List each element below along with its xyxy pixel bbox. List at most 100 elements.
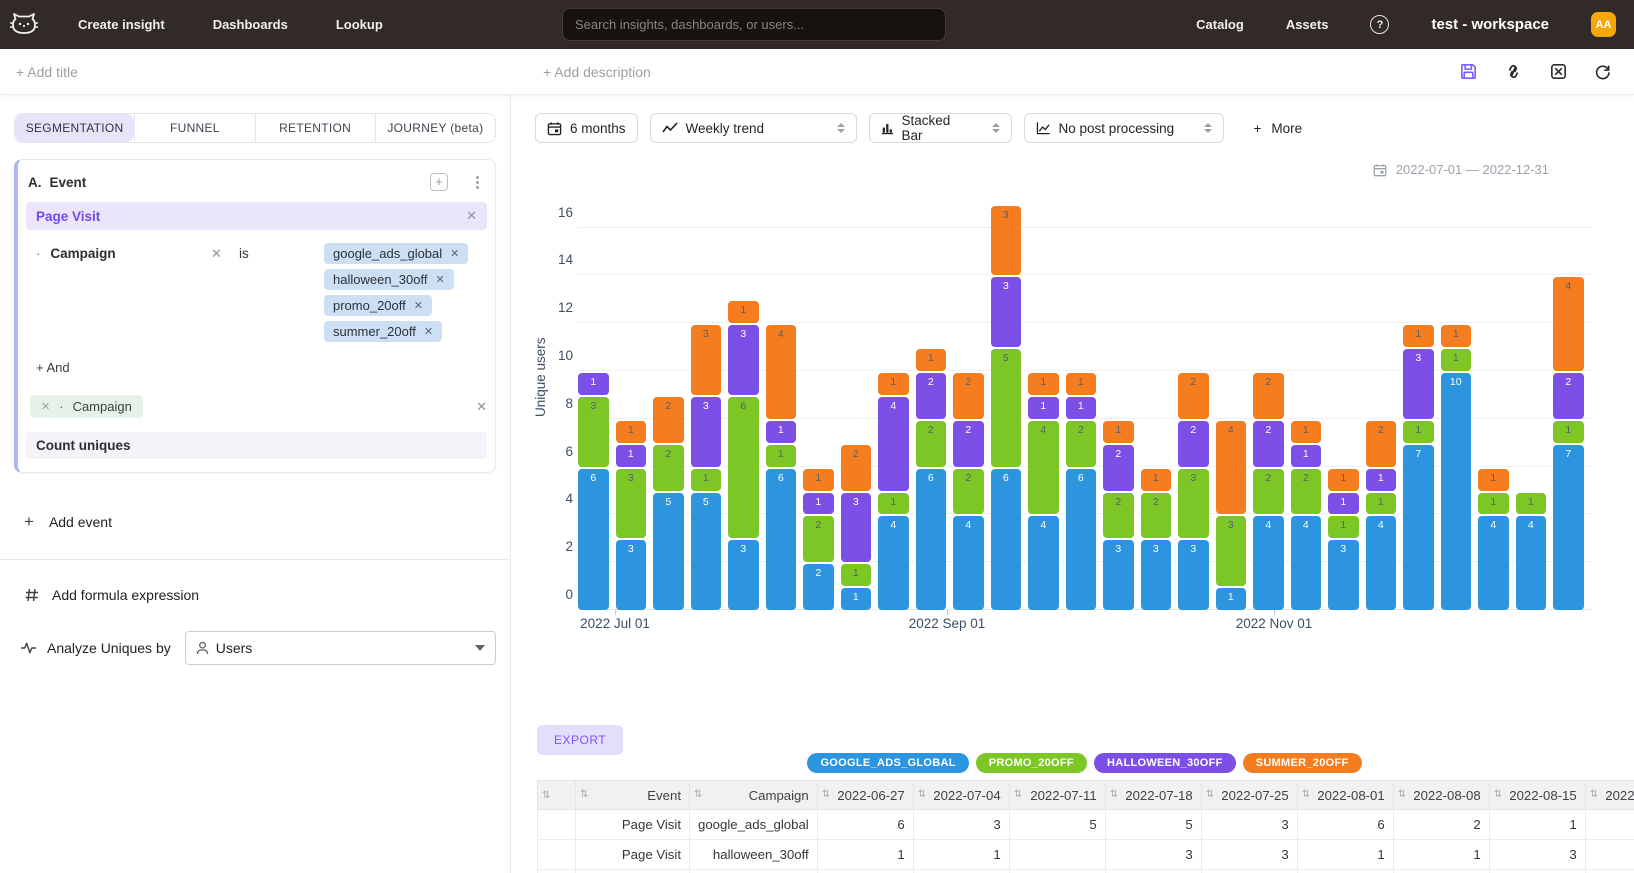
remove-breakdown-row-icon[interactable]: ✕ xyxy=(476,399,487,415)
filter-property[interactable]: Campaign xyxy=(50,246,115,261)
bar-segment-google_ads_global[interactable]: 3 xyxy=(1103,540,1134,610)
legend-pill-summer_20off[interactable]: SUMMER_20OFF xyxy=(1243,753,1362,773)
add-title-field[interactable]: + Add title xyxy=(16,64,78,80)
bar-segment-google_ads_global[interactable]: 3 xyxy=(1328,540,1359,610)
bar-segment-google_ads_global[interactable]: 4 xyxy=(1478,516,1509,610)
bar-segment-halloween_30off[interactable]: 1 xyxy=(803,493,834,515)
bar-segment-halloween_30off[interactable]: 2 xyxy=(1553,373,1584,419)
bar-segment-google_ads_global[interactable]: 4 xyxy=(1253,516,1284,610)
bar-segment-google_ads_global[interactable]: 4 xyxy=(1516,516,1547,610)
bar-segment-promo_20off[interactable]: 3 xyxy=(1216,516,1247,586)
bar-segment-summer_20off[interactable]: 1 xyxy=(803,469,834,491)
filter-value-tag[interactable]: halloween_30off✕ xyxy=(324,269,454,290)
bar-segment-promo_20off[interactable]: 1 xyxy=(1366,493,1397,515)
event-menu-icon[interactable]: ⋮ xyxy=(470,173,485,191)
bar-segment-promo_20off[interactable]: 2 xyxy=(1066,421,1097,467)
sort-icon[interactable]: ⇅ xyxy=(542,789,550,801)
bar-segment-halloween_30off[interactable]: 1 xyxy=(766,421,797,443)
copy-link-icon[interactable] xyxy=(1503,62,1524,81)
bar-segment-summer_20off[interactable]: 2 xyxy=(841,445,872,491)
save-icon[interactable] xyxy=(1459,62,1478,81)
column-header-2022-08-08[interactable]: ⇅2022-08-08 xyxy=(1393,781,1489,810)
tab-retention[interactable]: RETENTION xyxy=(255,114,375,142)
column-header-2022-07-04[interactable]: ⇅2022-07-04 xyxy=(913,781,1009,810)
bar-segment-google_ads_global[interactable]: 5 xyxy=(691,493,722,611)
remove-value-icon[interactable]: ✕ xyxy=(435,273,444,286)
column-header-2022-08-01[interactable]: ⇅2022-08-01 xyxy=(1297,781,1393,810)
bar-segment-halloween_30off[interactable]: 4 xyxy=(878,397,909,491)
filter-value-tag[interactable]: promo_20off✕ xyxy=(324,295,432,316)
bar-segment-promo_20off[interactable]: 2 xyxy=(953,469,984,515)
bar-segment-promo_20off[interactable]: 3 xyxy=(616,469,647,539)
bar-segment-promo_20off[interactable]: 1 xyxy=(1516,493,1547,515)
bar-segment-halloween_30off[interactable]: 2 xyxy=(953,421,984,467)
bar-segment-google_ads_global[interactable]: 4 xyxy=(1291,516,1322,610)
bar-segment-promo_20off[interactable]: 6 xyxy=(728,397,759,538)
bar-segment-summer_20off[interactable]: 4 xyxy=(766,325,797,419)
bar-segment-summer_20off[interactable]: 1 xyxy=(616,421,647,443)
column-header-2022-07-25[interactable]: ⇅2022-07-25 xyxy=(1201,781,1297,810)
bar-segment-summer_20off[interactable]: 1 xyxy=(1291,421,1322,443)
bar-segment-promo_20off[interactable]: 1 xyxy=(1403,421,1434,443)
add-description-field[interactable]: + Add description xyxy=(543,64,651,80)
bar-segment-halloween_30off[interactable]: 3 xyxy=(728,325,759,395)
bar-segment-summer_20off[interactable]: 1 xyxy=(1103,421,1134,443)
bar-segment-summer_20off[interactable]: 1 xyxy=(1478,469,1509,491)
bar-segment-promo_20off[interactable]: 1 xyxy=(1478,493,1509,515)
breakdown-tag[interactable]: ✕ · Campaign xyxy=(30,395,143,418)
bar-segment-promo_20off[interactable]: 3 xyxy=(578,397,609,467)
tab-segmentation[interactable]: SEGMENTATION xyxy=(15,114,134,142)
add-formula-button[interactable]: Add formula expression xyxy=(14,587,496,603)
bar-segment-summer_20off[interactable]: 2 xyxy=(1253,373,1284,419)
bar-segment-google_ads_global[interactable]: 6 xyxy=(916,469,947,610)
bar-segment-promo_20off[interactable]: 1 xyxy=(878,493,909,515)
bar-segment-google_ads_global[interactable]: 6 xyxy=(766,469,797,610)
bar-segment-promo_20off[interactable]: 2 xyxy=(803,516,834,562)
bar-segment-halloween_30off[interactable]: 1 xyxy=(578,373,609,395)
bar-segment-promo_20off[interactable]: 3 xyxy=(1178,469,1209,539)
bar-segment-halloween_30off[interactable]: 3 xyxy=(991,277,1022,347)
export-button[interactable]: EXPORT xyxy=(537,725,623,755)
analyze-by-select[interactable]: Users xyxy=(185,631,496,665)
bar-segment-summer_20off[interactable]: 4 xyxy=(1553,277,1584,371)
filter-value-tag[interactable]: summer_20off✕ xyxy=(324,321,442,342)
bar-segment-google_ads_global[interactable]: 3 xyxy=(1141,540,1172,610)
remove-filter-icon[interactable]: ✕ xyxy=(211,243,239,342)
bar-segment-summer_20off[interactable]: 1 xyxy=(1441,325,1472,347)
bar-segment-halloween_30off[interactable]: 1 xyxy=(1291,445,1322,467)
sort-icon[interactable]: ⇅ xyxy=(694,788,702,800)
sort-icon[interactable]: ⇅ xyxy=(918,788,926,800)
nav-assets[interactable]: Assets xyxy=(1286,17,1329,32)
chart-type-select[interactable]: Stacked Bar xyxy=(869,113,1012,143)
bar-segment-promo_20off[interactable]: 2 xyxy=(1291,469,1322,515)
bar-segment-summer_20off[interactable]: 1 xyxy=(1028,373,1059,395)
bar-segment-summer_20off[interactable]: 1 xyxy=(916,349,947,371)
bar-segment-google_ads_global[interactable]: 7 xyxy=(1403,445,1434,610)
column-header-2022-08-15[interactable]: ⇅2022-08-15 xyxy=(1489,781,1585,810)
bar-segment-google_ads_global[interactable]: 7 xyxy=(1553,445,1584,610)
column-header-Event[interactable]: ⇅Event xyxy=(576,781,690,810)
legend-pill-halloween_30off[interactable]: HALLOWEEN_30OFF xyxy=(1094,753,1236,773)
add-event-button[interactable]: + Add event xyxy=(14,512,496,532)
bar-segment-summer_20off[interactable]: 3 xyxy=(691,325,722,395)
bar-segment-promo_20off[interactable]: 1 xyxy=(1328,516,1359,538)
post-processing-select[interactable]: No post processing xyxy=(1024,113,1224,143)
bar-segment-summer_20off[interactable]: 1 xyxy=(1066,373,1097,395)
bar-segment-promo_20off[interactable]: 4 xyxy=(1028,421,1059,515)
bar-segment-promo_20off[interactable]: 1 xyxy=(1441,349,1472,371)
bar-segment-promo_20off[interactable]: 1 xyxy=(691,469,722,491)
sort-icon[interactable]: ⇅ xyxy=(1494,788,1502,800)
bar-segment-promo_20off[interactable]: 2 xyxy=(916,421,947,467)
bar-segment-halloween_30off[interactable]: 2 xyxy=(1103,445,1134,491)
bar-segment-halloween_30off[interactable]: 3 xyxy=(841,493,872,563)
add-and-condition[interactable]: + And xyxy=(26,360,487,375)
bar-segment-summer_20off[interactable]: 4 xyxy=(1216,421,1247,515)
bar-segment-promo_20off[interactable]: 5 xyxy=(991,349,1022,467)
bar-segment-google_ads_global[interactable]: 4 xyxy=(878,516,909,610)
bar-segment-summer_20off[interactable]: 1 xyxy=(878,373,909,395)
sort-icon[interactable]: ⇅ xyxy=(822,788,830,800)
remove-value-icon[interactable]: ✕ xyxy=(424,325,433,338)
refresh-icon[interactable] xyxy=(1593,62,1612,81)
column-header-2022-08-22[interactable]: ⇅2022-08-22 xyxy=(1585,781,1634,810)
remove-value-icon[interactable]: ✕ xyxy=(450,247,459,260)
